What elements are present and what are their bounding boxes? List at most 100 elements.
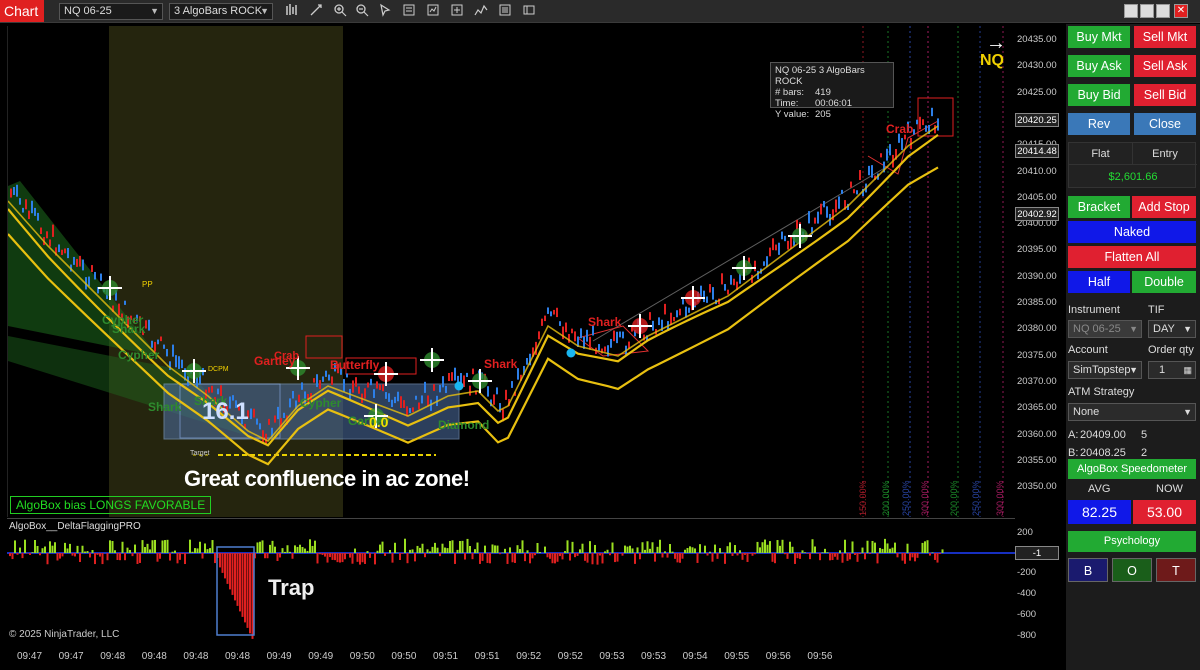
price-chart[interactable]: → NQ NQ 06-25 3 AlgoBars ROCK # bars: 41…: [7, 26, 1015, 517]
candle: [46, 231, 48, 239]
minimize-button[interactable]: [1124, 4, 1138, 18]
entry-label: Entry: [1133, 143, 1197, 165]
delta-bar: [786, 553, 789, 559]
time-tick: 09:52: [557, 651, 583, 662]
candle: [772, 238, 774, 251]
candle: [616, 331, 618, 344]
delta-bar: [201, 553, 204, 559]
delta-bar: [821, 552, 824, 553]
delta-bar: [131, 553, 134, 557]
flatten-all-button[interactable]: Flatten All: [1068, 246, 1196, 268]
delta-bar: [41, 548, 44, 553]
double-button[interactable]: Double: [1132, 271, 1196, 293]
bracket-button[interactable]: Bracket: [1068, 196, 1130, 218]
delta-bar: [509, 547, 511, 553]
delta-bar: [374, 553, 376, 565]
sell-ask-button[interactable]: Sell Ask: [1134, 55, 1196, 77]
o-button[interactable]: O: [1112, 558, 1152, 582]
pattern-label-crab: Crab: [886, 122, 914, 136]
speedometer-button[interactable]: AlgoBox Speedometer: [1068, 459, 1196, 479]
price-axis[interactable]: 20435.0020430.0020425.0020420.0020415.00…: [1015, 26, 1065, 517]
properties-icon[interactable]: [400, 3, 418, 20]
reverse-button[interactable]: Rev: [1068, 113, 1130, 135]
candle: [931, 107, 933, 117]
delta-bar: [576, 553, 579, 556]
delta-bar: [809, 553, 811, 560]
delta-bar: [44, 546, 46, 553]
b-button[interactable]: B: [1068, 558, 1108, 582]
time-tick: 09:56: [765, 651, 791, 662]
candle: [586, 329, 588, 342]
delta-bar: [369, 553, 371, 558]
delta-indicator-panel[interactable]: AlgoBox__DeltaFlaggingPRO Trap © 2025 Ni…: [7, 518, 1015, 645]
half-button[interactable]: Half: [1068, 271, 1130, 293]
delta-bar: [224, 553, 226, 579]
account-select[interactable]: SimTopstep ▼: [1068, 361, 1142, 379]
projection-label: 250.00%: [971, 480, 981, 516]
zoom-out-icon[interactable]: [353, 3, 371, 20]
instrument-field[interactable]: NQ 06-25 ▼: [1068, 320, 1142, 338]
candle: [607, 345, 609, 357]
pointer-icon[interactable]: [376, 3, 394, 20]
ema-price-marker: 20414.48: [1015, 144, 1059, 158]
delta-bar: [469, 546, 471, 553]
candle: [319, 380, 321, 389]
time-axis[interactable]: 09:47 09:47 09:48 09:48 09:48 09:48 09:49 09:49…: [0, 646, 1065, 670]
candle: [487, 386, 489, 397]
zoom-in-icon[interactable]: [331, 3, 349, 20]
candle: [343, 379, 345, 392]
delta-bar: [441, 543, 444, 553]
sell-bid-button[interactable]: Sell Bid: [1134, 84, 1196, 106]
close-position-button[interactable]: Close: [1134, 113, 1196, 135]
candle: [580, 328, 582, 339]
maximize-button[interactable]: [1156, 4, 1170, 18]
candle: [769, 247, 771, 257]
candle: [94, 271, 96, 280]
delta-bar: [706, 553, 709, 556]
delta-bar: [181, 553, 184, 555]
line-chart-icon[interactable]: [472, 3, 490, 20]
bar-type-selector[interactable]: 3 AlgoBars ROCK ▼: [169, 3, 273, 20]
buy-bid-button[interactable]: Buy Bid: [1068, 84, 1130, 106]
delta-bar: [751, 553, 754, 556]
delta-bar: [746, 553, 749, 562]
bar-style-icon[interactable]: [283, 3, 301, 20]
sell-market-button[interactable]: Sell Mkt: [1134, 26, 1196, 48]
bias-label: AlgoBox bias LONGS FAVORABLE: [10, 496, 212, 514]
delta-bar: [176, 553, 179, 564]
delta-bar: [424, 553, 426, 558]
price-tick: 20390.00: [1017, 270, 1057, 282]
zone-value-right: 0.0: [369, 414, 389, 430]
data-box-icon[interactable]: [496, 3, 514, 20]
buy-ask-button[interactable]: Buy Ask: [1068, 55, 1130, 77]
order-qty-stepper[interactable]: 1 ▦: [1148, 361, 1196, 379]
add-stop-button[interactable]: Add Stop: [1132, 196, 1196, 218]
candle: [916, 119, 918, 125]
chart-tab[interactable]: Chart: [0, 0, 44, 22]
delta-bar: [16, 553, 19, 555]
delta-bar: [296, 546, 299, 553]
indicator-axis[interactable]: 200 -200 -400 -600 -800 -1: [1015, 518, 1065, 645]
drawing-tools-icon[interactable]: [307, 3, 325, 20]
naked-button[interactable]: Naked: [1068, 221, 1196, 243]
strategies-icon[interactable]: [424, 3, 442, 20]
tif-select[interactable]: DAY ▼: [1148, 320, 1196, 338]
psychology-button[interactable]: Psychology: [1068, 531, 1196, 552]
time-tick: 09:52: [516, 651, 542, 662]
window-option-button[interactable]: [1140, 4, 1154, 18]
delta-bar: [391, 553, 394, 563]
candle: [613, 330, 615, 342]
candle: [850, 181, 852, 188]
indicators-icon[interactable]: [448, 3, 466, 20]
close-icon[interactable]: ✕: [1174, 4, 1188, 18]
template-icon[interactable]: [520, 3, 538, 20]
t-button[interactable]: T: [1156, 558, 1196, 582]
delta-bar: [331, 553, 334, 560]
buy-market-button[interactable]: Buy Mkt: [1068, 26, 1130, 48]
atm-strategy-select[interactable]: None ▼: [1068, 403, 1196, 421]
chevron-down-icon: ▼: [260, 6, 269, 16]
delta-bar: [726, 546, 729, 553]
instrument-selector[interactable]: NQ 06-25 ▼: [59, 3, 163, 20]
candle: [403, 400, 405, 408]
delta-bar: [731, 553, 734, 556]
